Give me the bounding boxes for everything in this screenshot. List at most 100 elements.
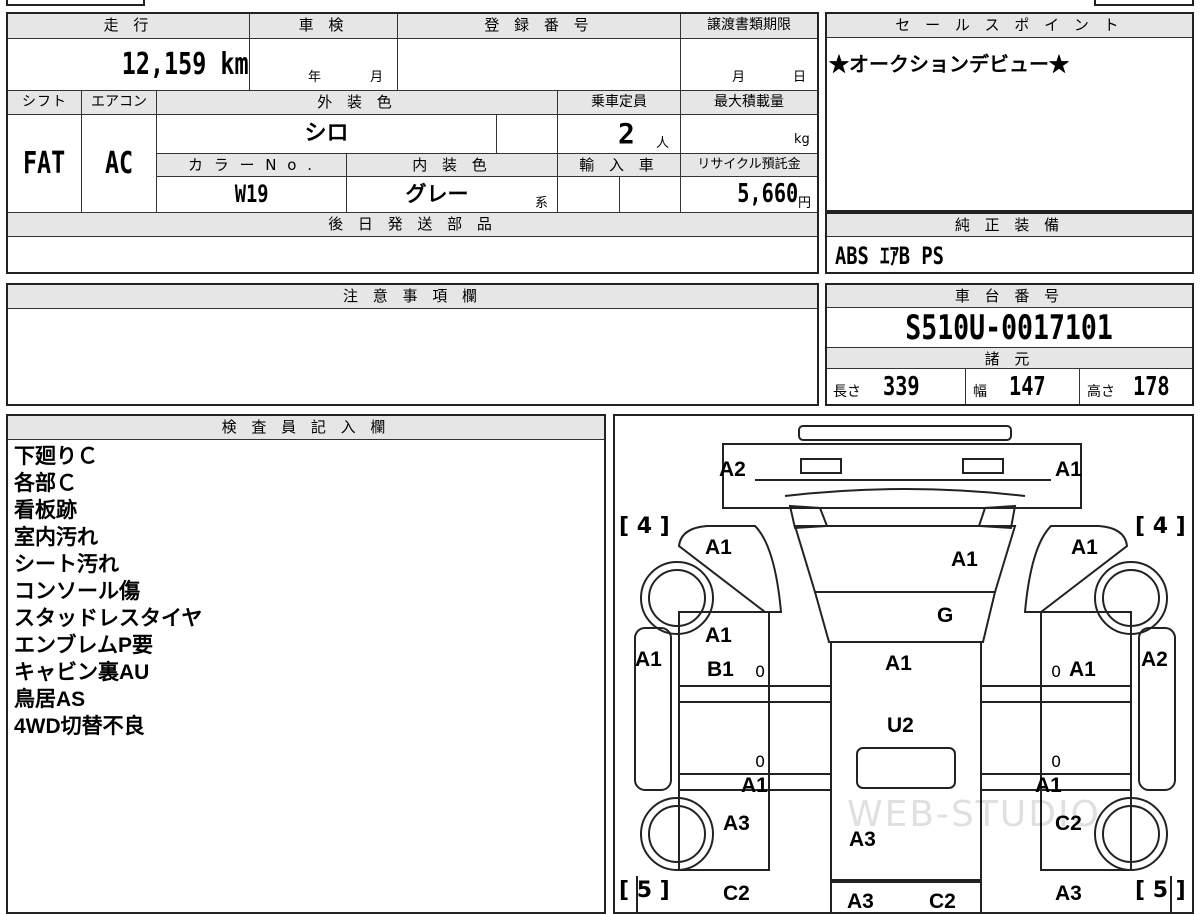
interior-color-suffix: 系 <box>535 196 549 211</box>
inspection-year-unit: 年 <box>308 70 322 85</box>
damage-mark: A1 <box>1069 658 1096 681</box>
damage-mark: A3 <box>1055 882 1082 905</box>
max-load-header: 最大積載量 <box>681 91 817 114</box>
note-item: キャビン裏AU <box>14 661 150 684</box>
damage-mark: A2 <box>719 458 746 481</box>
inspector-header: 検 査 員 記 入 欄 <box>8 416 604 440</box>
mileage-value: 12,159 km <box>122 47 249 82</box>
genuine-equipment-value: ABS ｴｱB PS <box>835 242 944 270</box>
height-value: 178 <box>1133 372 1170 402</box>
tire-rear-right-label: [ 5 ] <box>1135 878 1186 903</box>
damage-mark: A2 <box>1141 648 1168 671</box>
height-cell: 178 <box>1133 370 1180 407</box>
capacity-header: 乗車定員 <box>558 91 680 114</box>
damage-mark: 0 <box>755 752 766 771</box>
width-label: 幅 <box>973 384 987 400</box>
damage-mark: C2 <box>929 890 956 913</box>
sales-point-panel: セ ー ル ス ポ イ ン ト ★オークションデビュー★ <box>825 12 1194 212</box>
recycle-fee-value: 5,660 <box>736 179 798 209</box>
damage-mark: 0 <box>1051 752 1062 771</box>
damage-mark: A3 <box>849 828 876 851</box>
chassis-no-cell: S510U-0017101 <box>827 309 1192 347</box>
note-item: 鳥居AS <box>14 688 86 711</box>
note-item: 下廻りＣ <box>14 445 98 468</box>
width-cell: 147 <box>1009 370 1056 407</box>
inspection-month-unit: 月 <box>370 70 384 85</box>
note-item: 室内汚れ <box>14 526 98 549</box>
tire-rear-left-label: [ 5 ] <box>619 878 670 903</box>
inspection-header: 車 検 <box>250 14 397 38</box>
tire-front-left-label: [ 4 ] <box>619 514 670 539</box>
aircon-value: AC <box>104 146 134 181</box>
note-item: 4WD切替不良 <box>14 715 145 738</box>
damage-mark: U2 <box>887 714 914 737</box>
damage-diagram-panel: [ 4 ] [ 4 ] [ 5 ] [ 5 ] WEB-STUDIO A2 A1… <box>613 414 1194 914</box>
note-item: コンソール傷 <box>14 580 140 603</box>
damage-mark: C2 <box>1055 812 1082 835</box>
length-cell: 339 <box>883 370 930 407</box>
length-value: 339 <box>883 372 920 402</box>
damage-mark: G <box>937 604 954 627</box>
sales-point-text: ★オークションデビュー★ <box>829 54 1069 76</box>
recycle-fee-header: リサイクル預託金 <box>681 154 817 176</box>
cropped-top-cell <box>6 0 145 6</box>
note-item: スタッドレスタイヤ <box>14 607 203 630</box>
later-parts-header: 後 日 発 送 部 品 <box>8 213 817 236</box>
color-no-value: W19 <box>234 180 269 208</box>
notes-panel: 注 意 事 項 欄 <box>6 283 819 406</box>
width-value: 147 <box>1009 372 1046 402</box>
shift-header: シフト <box>8 91 81 114</box>
notes-header: 注 意 事 項 欄 <box>8 285 817 309</box>
height-label: 高さ <box>1087 384 1115 400</box>
note-item: エンブレムP要 <box>14 634 153 657</box>
damage-mark: A1 <box>1035 774 1062 797</box>
sales-point-header: セ ー ル ス ポ イ ン ト <box>827 14 1192 38</box>
aircon-header: エアコン <box>82 91 156 114</box>
damage-mark: A1 <box>635 648 662 671</box>
mileage-header: 走 行 <box>8 14 249 38</box>
damage-mark: A3 <box>723 812 750 835</box>
transfer-deadline-header: 譲渡書類期限 <box>681 14 817 38</box>
inspector-notes-list: 下廻りＣ 各部Ｃ 看板跡 室内汚れ シート汚れ コンソール傷 スタッドレスタイヤ… <box>14 443 202 740</box>
chassis-no-header: 車 台 番 号 <box>827 285 1192 308</box>
note-item: シート汚れ <box>14 553 119 576</box>
damage-mark: A1 <box>741 774 768 797</box>
load-unit: kg <box>794 132 810 147</box>
specs-header: 諸 元 <box>827 347 1192 369</box>
damage-mark: A1 <box>885 652 912 675</box>
deadline-day-unit: 日 <box>793 70 807 85</box>
inspector-panel: 検 査 員 記 入 欄 下廻りＣ 各部Ｃ 看板跡 室内汚れ シート汚れ コンソー… <box>6 414 606 914</box>
vehicle-info-panel: 走 行 車 検 登 録 番 号 譲渡書類期限 12,159 km 年 月 月 日… <box>6 12 819 274</box>
tire-front-right-label: [ 4 ] <box>1135 514 1186 539</box>
damage-mark: A1 <box>705 536 732 559</box>
shift-cell: FAT <box>8 115 81 212</box>
color-no-header: カ ラ ー N o . <box>157 154 346 176</box>
cropped-top-cell <box>1094 0 1194 6</box>
interior-color-value: グレー <box>405 182 469 206</box>
genuine-equipment-panel: 純 正 装 備 ABS ｴｱB PS <box>825 212 1194 274</box>
interior-color-header: 内 装 色 <box>347 154 557 176</box>
aircon-cell: AC <box>82 115 156 212</box>
mileage-cell: 12,159 km <box>8 39 249 90</box>
recycle-fee-cell: 5,660 <box>708 177 798 212</box>
registration-header: 登 録 番 号 <box>398 14 680 38</box>
chassis-panel: 車 台 番 号 S510U-0017101 諸 元 長さ 339 幅 147 高… <box>825 283 1194 406</box>
exterior-color-value: シロ <box>304 121 349 146</box>
import-header: 輸 入 車 <box>558 154 680 176</box>
capacity-value: 2 <box>618 117 635 150</box>
shift-value: FAT <box>23 146 66 181</box>
genuine-equipment-header: 純 正 装 備 <box>827 214 1192 237</box>
note-item: 各部Ｃ <box>14 472 77 495</box>
length-label: 長さ <box>833 384 861 400</box>
damage-mark: A1 <box>705 624 732 647</box>
damage-mark: A1 <box>1071 536 1098 559</box>
note-item: 看板跡 <box>14 499 77 522</box>
capacity-unit: 人 <box>656 136 670 151</box>
color-no-cell: W19 <box>157 177 346 212</box>
deadline-month-unit: 月 <box>732 70 746 85</box>
damage-mark: A1 <box>951 548 978 571</box>
exterior-color-header: 外 装 色 <box>157 91 557 114</box>
damage-mark: 0 <box>755 662 766 681</box>
damage-mark: A1 <box>1055 458 1082 481</box>
damage-mark: C2 <box>723 882 750 905</box>
